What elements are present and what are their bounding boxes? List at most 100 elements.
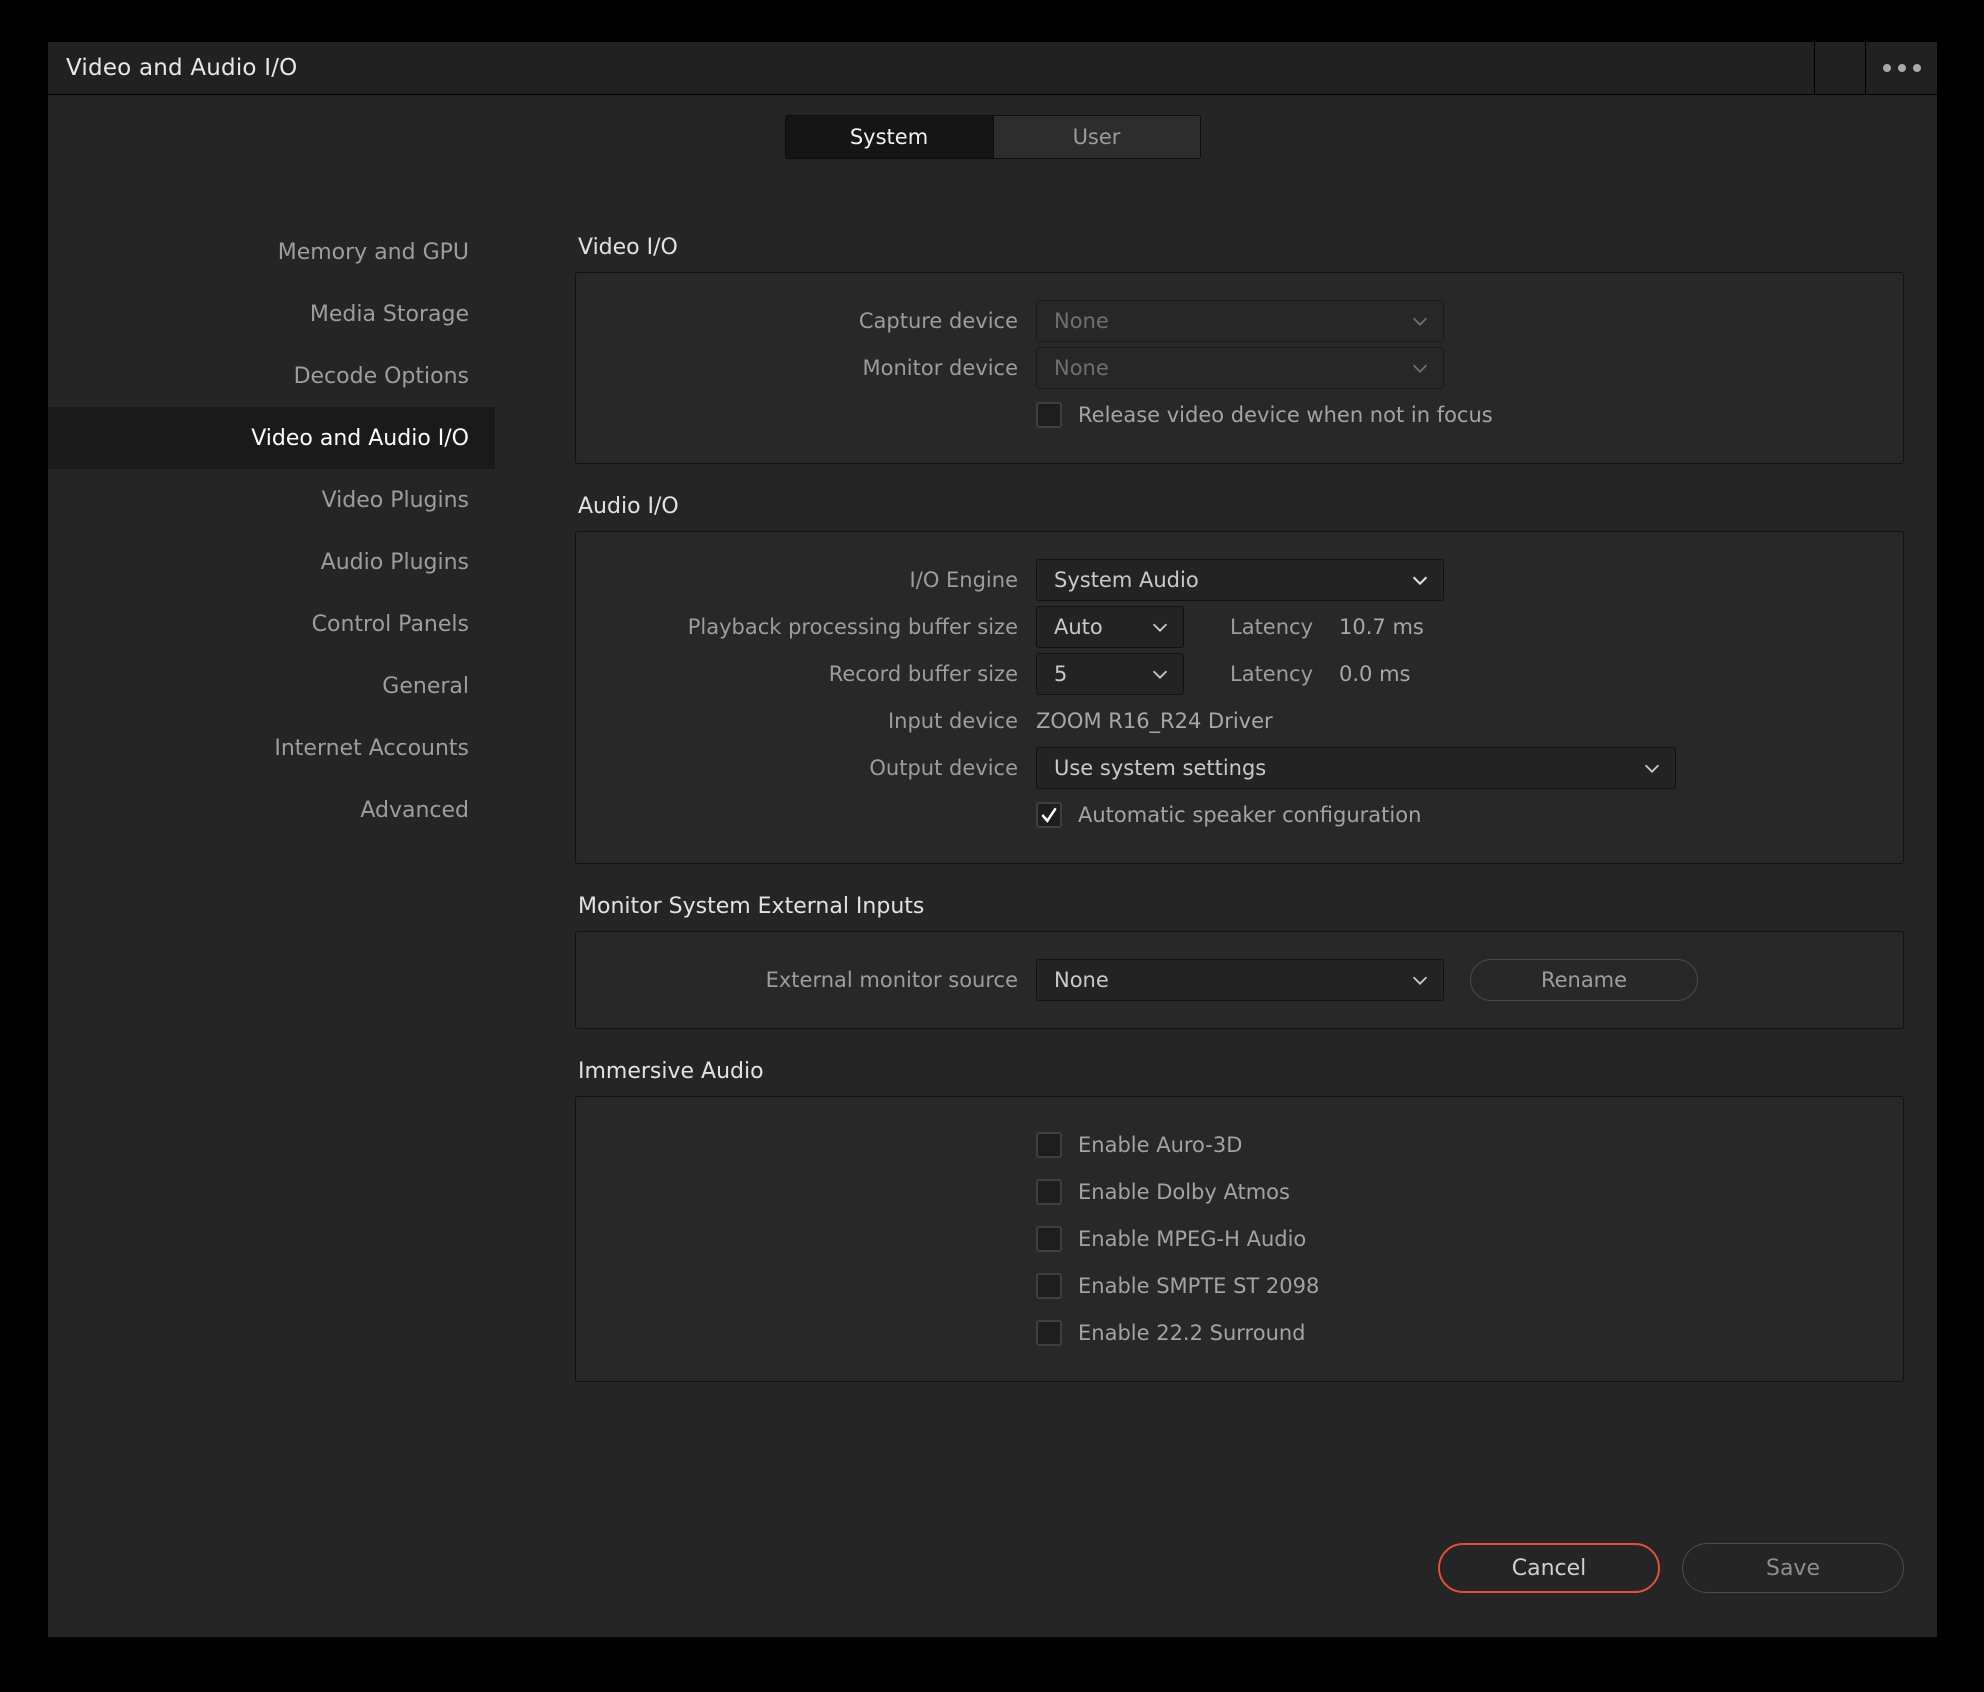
enable-mpeg-h-audio-checkbox[interactable]: [1036, 1226, 1062, 1252]
playback-buffer-value: Auto: [1054, 615, 1103, 639]
tab-group: System User: [784, 115, 1201, 159]
io-engine-label: I/O Engine: [909, 568, 1018, 592]
section-title-monitor-external-inputs: Monitor System External Inputs: [578, 894, 925, 919]
row-playback-buffer: Playback processing buffer size Auto Lat…: [576, 606, 1903, 648]
titlebar-blank-button[interactable]: [1814, 42, 1865, 94]
monitor-device-select[interactable]: None: [1036, 347, 1444, 389]
capture-device-label: Capture device: [858, 309, 1018, 333]
sidebar-item-label: Media Storage: [309, 301, 469, 327]
ellipsis-icon: [1882, 64, 1921, 72]
row-enable-dolby-atmos: Enable Dolby Atmos: [576, 1171, 1903, 1213]
enable-mpeg-h-audio-label: Enable MPEG-H Audio: [1078, 1227, 1307, 1251]
rename-button[interactable]: Rename: [1470, 959, 1698, 1001]
record-buffer-label: Record buffer size: [828, 662, 1018, 686]
playback-buffer-select[interactable]: Auto: [1036, 606, 1184, 648]
tab-user[interactable]: User: [992, 116, 1200, 158]
chevron-down-icon: [1412, 576, 1428, 586]
check-icon: [1041, 807, 1057, 823]
external-monitor-source-select[interactable]: None: [1036, 959, 1444, 1001]
sidebar-item-label: Memory and GPU: [277, 239, 469, 265]
input-device-label: Input device: [887, 709, 1018, 733]
panel-video-io: Capture device None Monitor device None: [575, 272, 1904, 464]
record-buffer-select[interactable]: 5: [1036, 653, 1184, 695]
record-latency-value: 0.0 ms: [1339, 662, 1411, 686]
more-options-button[interactable]: [1865, 42, 1937, 94]
sidebar-item-label: Video Plugins: [321, 487, 469, 513]
sidebar-item-label: Audio Plugins: [320, 549, 469, 575]
sidebar-item-label: Decode Options: [293, 363, 469, 389]
dialog-footer: Cancel Save: [1438, 1543, 1904, 1593]
sidebar-item-label: Control Panels: [311, 611, 469, 637]
enable-22-2-surround-checkbox[interactable]: [1036, 1320, 1062, 1346]
save-button[interactable]: Save: [1682, 1543, 1904, 1593]
enable-dolby-atmos-label: Enable Dolby Atmos: [1078, 1180, 1290, 1204]
sidebar-item-advanced[interactable]: Advanced: [48, 779, 495, 841]
enable-22-2-surround-label: Enable 22.2 Surround: [1078, 1321, 1306, 1345]
row-enable-22-2-surround: Enable 22.2 Surround: [576, 1312, 1903, 1354]
sidebar: Memory and GPU Media Storage Decode Opti…: [48, 221, 495, 841]
panel-immersive-audio: Enable Auro-3D Enable Dolby Atmos Enable…: [575, 1096, 1904, 1382]
external-monitor-source-value: None: [1054, 968, 1109, 992]
sidebar-item-label: Video and Audio I/O: [251, 425, 469, 451]
row-external-monitor-source: External monitor source None Rename: [576, 959, 1903, 1001]
cancel-button[interactable]: Cancel: [1438, 1543, 1660, 1593]
row-enable-smpte-st-2098: Enable SMPTE ST 2098: [576, 1265, 1903, 1307]
section-title-immersive-audio: Immersive Audio: [578, 1059, 764, 1084]
playback-buffer-label: Playback processing buffer size: [687, 615, 1018, 639]
chevron-down-icon: [1412, 976, 1428, 985]
sidebar-item-memory-and-gpu[interactable]: Memory and GPU: [48, 221, 495, 283]
io-engine-select[interactable]: System Audio: [1036, 559, 1444, 601]
settings-content: Video I/O Capture device None Monitor de…: [575, 235, 1904, 1412]
tab-system[interactable]: System: [785, 116, 993, 158]
capture-device-value: None: [1054, 309, 1109, 333]
output-device-value: Use system settings: [1054, 756, 1267, 780]
enable-auro-3d-checkbox[interactable]: [1036, 1132, 1062, 1158]
sidebar-item-label: Advanced: [360, 797, 469, 823]
row-record-buffer: Record buffer size 5 Latency 0.0 ms: [576, 653, 1903, 695]
window-title: Video and Audio I/O: [66, 55, 298, 81]
automatic-speaker-configuration-checkbox[interactable]: [1036, 802, 1062, 828]
panel-monitor-external-inputs: External monitor source None Rename: [575, 931, 1904, 1029]
release-video-device-checkbox[interactable]: [1036, 402, 1062, 428]
monitor-device-label: Monitor device: [862, 356, 1018, 380]
chevron-down-icon: [1152, 623, 1168, 632]
sidebar-item-media-storage[interactable]: Media Storage: [48, 283, 495, 345]
sidebar-item-video-and-audio-io[interactable]: Video and Audio I/O: [48, 407, 495, 469]
section-title-video-io: Video I/O: [578, 235, 678, 260]
automatic-speaker-configuration-label: Automatic speaker configuration: [1078, 803, 1422, 827]
window-body: System User Memory and GPU Media Storage…: [48, 95, 1937, 1637]
row-automatic-speaker-configuration: Automatic speaker configuration: [576, 794, 1903, 836]
capture-device-select[interactable]: None: [1036, 300, 1444, 342]
chevron-down-icon: [1644, 764, 1660, 773]
tabbar: System User: [48, 115, 1937, 159]
chevron-down-icon: [1412, 317, 1428, 326]
chevron-down-icon: [1152, 670, 1168, 679]
sidebar-item-general[interactable]: General: [48, 655, 495, 717]
sidebar-item-video-plugins[interactable]: Video Plugins: [48, 469, 495, 531]
row-output-device: Output device Use system settings: [576, 747, 1903, 789]
row-release-video-device: Release video device when not in focus: [576, 394, 1903, 436]
enable-auro-3d-label: Enable Auro-3D: [1078, 1133, 1243, 1157]
release-video-device-label: Release video device when not in focus: [1078, 403, 1493, 427]
input-device-value: ZOOM R16_R24 Driver: [1036, 709, 1273, 733]
enable-smpte-st-2098-checkbox[interactable]: [1036, 1273, 1062, 1299]
record-latency-label: Latency: [1230, 662, 1314, 686]
enable-dolby-atmos-checkbox[interactable]: [1036, 1179, 1062, 1205]
sidebar-item-control-panels[interactable]: Control Panels: [48, 593, 495, 655]
record-buffer-value: 5: [1054, 662, 1068, 686]
sidebar-item-decode-options[interactable]: Decode Options: [48, 345, 495, 407]
sidebar-item-audio-plugins[interactable]: Audio Plugins: [48, 531, 495, 593]
sidebar-item-internet-accounts[interactable]: Internet Accounts: [48, 717, 495, 779]
playback-latency-label: Latency: [1230, 615, 1314, 639]
monitor-device-value: None: [1054, 356, 1109, 380]
output-device-label: Output device: [869, 756, 1018, 780]
row-monitor-device: Monitor device None: [576, 347, 1903, 389]
output-device-select[interactable]: Use system settings: [1036, 747, 1676, 789]
row-io-engine: I/O Engine System Audio: [576, 559, 1903, 601]
sidebar-item-label: Internet Accounts: [274, 735, 469, 761]
titlebar-button-group: [1814, 42, 1937, 94]
io-engine-value: System Audio: [1054, 568, 1199, 592]
enable-smpte-st-2098-label: Enable SMPTE ST 2098: [1078, 1274, 1320, 1298]
row-capture-device: Capture device None: [576, 300, 1903, 342]
panel-audio-io: I/O Engine System Audio Playback process…: [575, 531, 1904, 864]
